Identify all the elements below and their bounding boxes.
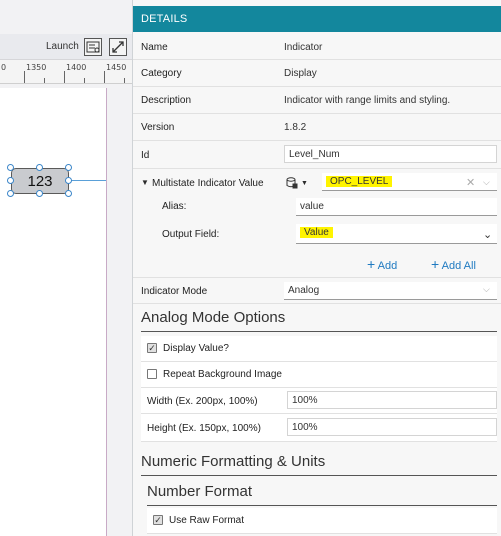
resize-handle[interactable] [7, 177, 14, 184]
ruler-tick [64, 71, 65, 83]
ruler-tick [84, 78, 85, 83]
multistate-label: Multistate Indicator Value [152, 178, 264, 189]
plus-icon: + [367, 256, 376, 272]
repeat-bg-checkbox[interactable] [147, 369, 157, 379]
analog-mode-title: Analog Mode Options [141, 309, 286, 326]
section-divider [141, 475, 497, 476]
category-row: Category Display [133, 60, 501, 87]
height-label: Height (Ex. 150px, 100%) [147, 423, 261, 434]
width-input[interactable]: 100% [287, 391, 497, 409]
height-row: Height (Ex. 150px, 100%) 100% [141, 414, 497, 442]
horizontal-ruler: 0 1350 1400 1450 [0, 60, 132, 84]
launch-label: Launch [46, 41, 79, 52]
alias-input[interactable]: value [296, 198, 497, 216]
ruler-label: 0 [1, 63, 7, 72]
display-value-checkbox[interactable]: ✓ [147, 343, 157, 353]
number-format-title: Number Format [147, 483, 253, 500]
editor-canvas-area: Launch 0 1350 1400 1450 123 [0, 0, 132, 536]
indicator-mode-row: Indicator Mode Analog ⌵ [133, 278, 501, 304]
indicator-widget-value: 123 [27, 172, 53, 190]
chevron-down-icon[interactable]: ⌵ [483, 177, 490, 188]
section-divider [147, 505, 497, 506]
expand-button[interactable] [109, 38, 127, 56]
section-divider [141, 331, 497, 332]
use-raw-row: ✓ Use Raw Format [147, 508, 497, 534]
selection-guide-line [70, 180, 106, 181]
plus-icon: + [431, 256, 440, 272]
resize-handle[interactable] [65, 190, 72, 197]
clear-icon[interactable]: ✕ [466, 176, 475, 189]
resize-handle[interactable] [7, 190, 14, 197]
database-icon [286, 177, 298, 189]
launch-button[interactable] [84, 38, 102, 56]
width-row: Width (Ex. 200px, 100%) 100% [141, 388, 497, 414]
chevron-down-icon: ▼ [301, 179, 308, 187]
resize-handle[interactable] [36, 164, 43, 171]
category-label: Category [141, 68, 182, 79]
version-value: 1.8.2 [284, 122, 307, 133]
collapse-caret-icon[interactable]: ▼ [141, 178, 149, 187]
width-value: 100% [292, 395, 318, 406]
ruler-tick [104, 71, 105, 83]
ruler-label: 1400 [66, 63, 87, 72]
height-value: 100% [292, 422, 318, 433]
add-label: Add [377, 260, 398, 272]
add-button[interactable]: + Add [367, 256, 397, 272]
resize-handle[interactable] [36, 190, 43, 197]
check-icon: ✓ [148, 342, 156, 353]
display-value-row: ✓ Display Value? [141, 336, 497, 362]
expand-icon [112, 41, 124, 53]
id-row: Id Level_Num [133, 141, 501, 169]
indicator-mode-label: Indicator Mode [141, 286, 208, 297]
ruler-tick [44, 78, 45, 83]
version-row: Version 1.8.2 [133, 114, 501, 141]
output-field-select[interactable]: Value [296, 224, 497, 244]
ruler-label: 1350 [26, 63, 47, 72]
id-label: Id [141, 150, 150, 161]
ruler-tick [24, 71, 25, 83]
repeat-bg-label: Repeat Background Image [163, 369, 282, 380]
multistate-section: ▼ Multistate Indicator Value ▼ OPC_LEVEL… [133, 169, 501, 278]
details-panel: DETAILS Name Indicator Category Display … [132, 0, 501, 536]
multistate-value: OPC_LEVEL [326, 176, 393, 187]
repeat-bg-row: Repeat Background Image [141, 362, 497, 388]
description-row: Description Indicator with range limits … [133, 87, 501, 114]
resize-handle[interactable] [65, 164, 72, 171]
description-value: Indicator with range limits and styling. [284, 95, 451, 106]
width-label: Width (Ex. 200px, 100%) [147, 396, 258, 407]
indicator-mode-value: Analog [288, 285, 320, 296]
id-input-value: Level_Num [289, 149, 340, 160]
resize-handle[interactable] [65, 177, 72, 184]
description-label: Description [141, 95, 192, 106]
name-row: Name Indicator [133, 34, 501, 60]
alias-value: value [300, 201, 324, 212]
version-label: Version [141, 122, 175, 133]
display-value-label: Display Value? [163, 343, 229, 354]
check-icon: ✓ [154, 514, 162, 525]
name-value: Indicator [284, 42, 323, 53]
use-raw-label: Use Raw Format [169, 515, 245, 526]
canvas-page[interactable] [0, 88, 107, 536]
output-field-value: Value [300, 227, 333, 238]
resize-handle[interactable] [7, 164, 14, 171]
launch-icon [86, 41, 100, 53]
ruler-tick [124, 78, 125, 83]
name-label: Name [141, 42, 168, 53]
category-value: Display [284, 68, 317, 79]
add-all-label: Add All [441, 260, 476, 272]
chevron-down-icon[interactable]: ⌄ [483, 228, 492, 241]
height-input[interactable]: 100% [287, 418, 497, 436]
numeric-formatting-title: Numeric Formatting & Units [141, 453, 326, 470]
canvas-toolbar: Launch [0, 34, 132, 60]
details-header: DETAILS [133, 6, 501, 32]
ruler-label: 1450 [106, 63, 127, 72]
chevron-down-icon[interactable]: ⌵ [483, 284, 490, 295]
id-input[interactable]: Level_Num [284, 145, 497, 163]
indicator-mode-select[interactable]: Analog [284, 282, 497, 300]
output-field-label: Output Field: [162, 229, 220, 240]
alias-label: Alias: [162, 201, 187, 212]
add-all-button[interactable]: + Add All [431, 256, 476, 272]
source-type-dropdown[interactable]: ▼ [286, 175, 316, 191]
use-raw-checkbox[interactable]: ✓ [153, 515, 163, 525]
